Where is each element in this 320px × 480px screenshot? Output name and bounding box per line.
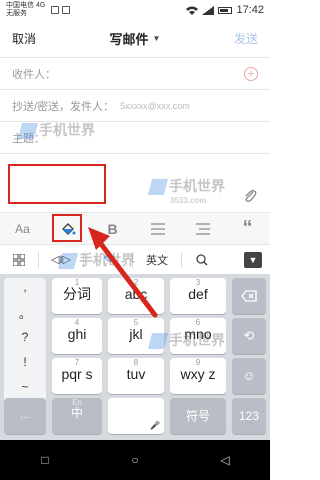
list-icon <box>150 222 165 235</box>
align-button[interactable] <box>189 217 217 241</box>
cursor-move-icon: ◁I▷ <box>51 254 71 266</box>
carrier-name: 中国电信 4G <box>6 2 46 9</box>
punct-comma[interactable]: , <box>4 280 46 305</box>
cc-value: 5xxxxx@xxx.com <box>120 100 190 111</box>
font-size-button[interactable]: Aa <box>9 217 37 241</box>
network-status: 无服务 <box>6 10 27 17</box>
punct-toggle-key[interactable]: … <box>4 398 46 434</box>
ime-menu-button[interactable] <box>0 245 38 275</box>
key-4[interactable]: 4 ghi <box>52 318 102 354</box>
reset-icon: ⟲ <box>243 328 255 343</box>
ime-search-button[interactable] <box>182 245 222 275</box>
clock: 17:42 <box>236 4 264 16</box>
add-recipient-icon[interactable]: + <box>244 66 258 81</box>
backspace-key[interactable] <box>232 278 266 314</box>
align-icon <box>195 222 210 235</box>
emoji-key[interactable]: ☺ <box>232 358 266 394</box>
emoji-icon: ☺ <box>242 368 256 383</box>
title-text: 写邮件 <box>109 32 149 47</box>
list-button[interactable] <box>144 217 172 241</box>
wifi-icon <box>186 6 199 15</box>
subject-label: 主题： <box>12 132 45 145</box>
space-key[interactable]: 🎤 <box>108 398 164 434</box>
recipient-field[interactable]: 收件人： + <box>0 58 270 90</box>
number-key[interactable]: 123 <box>232 398 266 434</box>
microphone-icon: 🎤 <box>150 421 160 430</box>
key-5[interactable]: 5 jkl <box>108 318 164 354</box>
attachment-icon[interactable] <box>242 188 258 204</box>
cancel-button[interactable]: 取消 <box>12 30 36 47</box>
message-notification-icon <box>62 6 71 14</box>
cc-field[interactable]: 抄送/密送，发件人： 5xxxxx@xxx.com <box>0 90 270 122</box>
key-2[interactable]: 2 abc <box>108 278 164 314</box>
key-3[interactable]: 3 def <box>170 278 226 314</box>
key-1[interactable]: 1 分词 <box>52 278 102 314</box>
language-button[interactable]: 英文 <box>133 245 181 275</box>
key-7[interactable]: 7 pqr s <box>52 358 102 394</box>
subject-field[interactable]: 主题： <box>0 122 270 154</box>
highlight-box-body <box>8 164 106 204</box>
highlight-box-fill <box>52 214 82 242</box>
quote-button[interactable]: “ <box>234 217 262 241</box>
key-6[interactable]: 6 mno <box>170 318 226 354</box>
key-9[interactable]: 9 wxy z <box>170 358 226 394</box>
send-button[interactable]: 发送 <box>234 30 258 47</box>
key-8[interactable]: 8 tuv <box>108 358 164 394</box>
ime-toolbar: ◁I▷ ✎ 英文 ▼ <box>0 244 270 274</box>
cc-label: 抄送/密送，发件人： <box>12 100 115 113</box>
status-icons <box>51 6 71 14</box>
cursor-move-button[interactable]: ◁I▷ <box>39 245 83 275</box>
punct-question[interactable]: ? <box>4 330 46 355</box>
recipient-label: 收件人： <box>12 68 56 81</box>
format-toolbar: Aa B “ <box>0 212 270 244</box>
handwriting-icon: ✎ <box>103 254 113 266</box>
punct-toggle-icon: … <box>20 410 30 421</box>
chevron-down-icon: ▼ <box>152 34 161 43</box>
keyboard: , 。 ? ! ~ 1 分词 2 abc 3 def 4 ghi 5 jkl 6… <box>0 274 270 440</box>
recent-apps-icon[interactable]: □ <box>38 453 52 467</box>
search-icon <box>196 253 208 266</box>
page-title[interactable]: 写邮件 ▼ <box>110 29 161 48</box>
lang-switch-key[interactable]: En 中 <box>52 398 102 434</box>
hide-keyboard-icon[interactable]: ▼ <box>244 251 262 268</box>
backspace-icon <box>241 290 257 302</box>
symbol-key[interactable]: 符号 <box>170 398 226 434</box>
home-icon[interactable]: ○ <box>128 453 142 467</box>
punct-exclaim[interactable]: ! <box>4 355 46 380</box>
status-bar: 中国电信 4G 无服务 17:42 <box>0 0 270 20</box>
reset-key[interactable]: ⟲ <box>232 318 266 354</box>
grid-icon <box>13 253 25 266</box>
signal-icon <box>202 5 215 15</box>
punct-period[interactable]: 。 <box>4 305 46 330</box>
punctuation-list: , 。 ? ! ~ <box>4 280 46 405</box>
compose-header: 取消 写邮件 ▼ 发送 <box>0 20 270 58</box>
back-icon[interactable]: ◁ <box>218 453 232 467</box>
gallery-notification-icon <box>51 6 60 14</box>
navigation-bar: □ ○ ◁ <box>0 440 270 480</box>
carrier-info: 中国电信 4G 无服务 <box>6 2 45 18</box>
handwriting-button[interactable]: ✎ <box>84 245 132 275</box>
bold-button[interactable]: B <box>99 217 127 241</box>
battery-icon <box>218 6 233 14</box>
